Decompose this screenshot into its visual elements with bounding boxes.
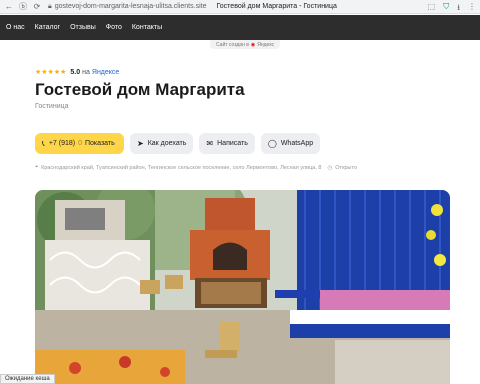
yandex-logo-icon: ◉ bbox=[250, 41, 256, 48]
directions-arrow-icon: ➤ bbox=[137, 139, 144, 148]
nav-item-photos[interactable]: Фото bbox=[106, 24, 122, 31]
rating-source-link[interactable]: Яндексе bbox=[92, 69, 119, 76]
category-label: Гостиница bbox=[35, 103, 69, 110]
rating-row[interactable]: ★★★★★ 5.0 на Яндексе bbox=[35, 68, 119, 77]
download-icon[interactable]: ⭳ bbox=[457, 2, 460, 16]
nav-item-contacts[interactable]: Контакты bbox=[132, 24, 162, 31]
address-text[interactable]: Краснодарский край, Туапсинский район, Т… bbox=[41, 165, 321, 171]
created-with-brand: Яндекс bbox=[257, 41, 275, 48]
mail-icon: ✉ bbox=[206, 139, 214, 148]
phone-prefix: +7 (918) bbox=[48, 140, 76, 147]
whatsapp-button[interactable]: ◯ WhatsApp bbox=[260, 133, 321, 154]
page-title: Гостевой дом Маргарита bbox=[35, 80, 245, 99]
site-navigation: О нас Каталог Отзывы Фото Контакты bbox=[0, 15, 480, 40]
action-buttons: 📞︎ +7 (918) 0 Показать ➤ Как доехать ✉ Н… bbox=[35, 133, 321, 154]
location-pin-icon: ⌖ bbox=[35, 164, 39, 170]
extension-icon[interactable]: ⓑ bbox=[18, 2, 28, 12]
phone-icon: 📞︎ bbox=[42, 138, 45, 148]
write-message-button[interactable]: ✉ Написать bbox=[199, 133, 255, 154]
bookmark-icon[interactable]: ⬚ bbox=[428, 2, 436, 16]
menu-icon[interactable]: ⋮ bbox=[468, 2, 476, 16]
created-with-badge[interactable]: Сайт создан в ◉ Яндекс bbox=[210, 40, 281, 49]
open-status: Открыто bbox=[335, 164, 358, 171]
address-bar[interactable]: 🔒︎ gostevoj-dom-margarita-lesnaja-ulitsa… bbox=[48, 1, 206, 13]
show-phone-button[interactable]: 📞︎ +7 (918) 0 Показать bbox=[35, 133, 124, 154]
browser-toolbar: ← ⓑ ⟳ 🔒︎ gostevoj-dom-margarita-lesnaja-… bbox=[0, 0, 480, 14]
nav-item-reviews[interactable]: Отзывы bbox=[70, 24, 96, 31]
clock-icon: ◷ bbox=[327, 164, 333, 171]
directions-label: Как доехать bbox=[147, 140, 187, 147]
courtyard-photo-image bbox=[35, 190, 450, 384]
rating-value: 5.0 bbox=[70, 68, 81, 76]
created-with-bar: Сайт создан в ◉ Яндекс bbox=[0, 40, 480, 49]
rating-on: на bbox=[82, 68, 90, 76]
address-row: ⌖ Краснодарский край, Туапсинский район,… bbox=[35, 164, 357, 171]
page-title-text: Гостевой дом Маргарита - Гостиница bbox=[216, 3, 337, 10]
nav-item-about[interactable]: О нас bbox=[6, 24, 25, 31]
reload-icon[interactable]: ⟳ bbox=[32, 2, 42, 12]
directions-button[interactable]: ➤ Как доехать bbox=[130, 133, 194, 154]
lock-icon: 🔒︎ bbox=[48, 2, 52, 10]
url-text: gostevoj-dom-margarita-lesnaja-ulitsa.cl… bbox=[54, 3, 207, 10]
write-message-label: Написать bbox=[217, 140, 248, 147]
hero-photo[interactable] bbox=[35, 190, 450, 384]
created-with-text: Сайт создан в bbox=[216, 41, 249, 48]
show-phone-label: Показать bbox=[85, 140, 115, 147]
rating-stars: ★★★★★ bbox=[35, 69, 67, 76]
back-icon[interactable]: ← bbox=[4, 2, 14, 12]
whatsapp-label: WhatsApp bbox=[280, 140, 314, 147]
whatsapp-icon: ◯ bbox=[267, 139, 277, 148]
shield-icon[interactable]: ⛉ bbox=[443, 2, 449, 16]
phone-masked: 0 bbox=[78, 140, 82, 147]
browser-status-bar: Ожидание кеша bbox=[0, 374, 55, 384]
nav-item-catalog[interactable]: Каталог bbox=[35, 24, 60, 31]
